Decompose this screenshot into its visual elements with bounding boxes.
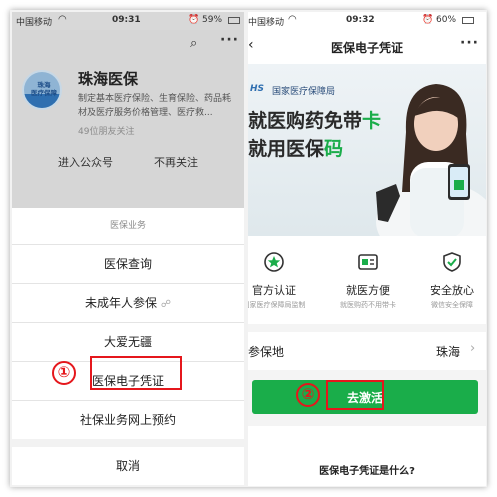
star-badge-icon <box>264 252 284 272</box>
faq-title[interactable]: 医保电子凭证是什么? <box>248 462 486 477</box>
feature-title: 就医方便 <box>346 284 390 297</box>
feature-convenient: 就医方便 就医购药不用带卡 <box>328 250 408 310</box>
wifi-icon: ◠ <box>288 14 297 25</box>
link-icon: ☍ <box>160 299 171 310</box>
carrier-label: 中国移动 <box>248 18 285 28</box>
menu-item-label: 未成年人参保 <box>85 296 158 310</box>
alarm-icon: ⏰ <box>188 15 200 25</box>
more-icon[interactable]: ··· <box>220 32 239 48</box>
battery-icon <box>462 17 474 24</box>
feature-subtitle: 微信安全保障 <box>431 301 473 309</box>
battery-percent: 59% <box>202 15 223 25</box>
enter-account-button[interactable]: 进入公众号 <box>58 154 113 170</box>
right-phone-screen: 中国移动 ◠ 09:32 ⏰ 60% ‹ 医保电子凭证 ··· HS 国家医疗保… <box>248 12 486 486</box>
left-phone-screen: 中国移动 ◠ 09:31 ⏰ 59% ⌕ ··· 珠海 医疗保障 珠海医保 制定… <box>12 12 244 486</box>
feature-official: 官方认证 国家医疗保障局监制 <box>248 250 314 310</box>
nav-bar: ‹ 医保电子凭证 ··· <box>248 30 486 64</box>
avatar: 珠海 医疗保障 <box>22 70 62 110</box>
insured-location-row[interactable]: 参保地 珠海 › <box>248 332 486 370</box>
step-one-marker: ① <box>52 361 76 385</box>
battery-icon <box>228 17 240 24</box>
alarm-icon: ⏰ <box>422 15 434 25</box>
highlight-box <box>326 380 384 410</box>
more-icon[interactable]: ··· <box>460 35 479 51</box>
banner-headline-2: 就用医保码 <box>248 134 343 161</box>
feature-subtitle: 就医购药不用带卡 <box>340 301 396 309</box>
status-bar: 中国移动 ◠ 09:31 ⏰ 59% <box>12 12 244 30</box>
headline-highlight: 码 <box>324 138 344 160</box>
headline-text: 就用医保 <box>248 138 325 160</box>
highlight-box <box>90 356 182 390</box>
shield-check-icon <box>443 252 461 272</box>
friends-following: 49位朋友关注 <box>78 127 135 137</box>
feature-secure: 安全放心 微信安全保障 <box>412 250 486 310</box>
banner-headline-1: 就医购药免带卡 <box>248 106 381 133</box>
feature-title: 官方认证 <box>252 284 296 297</box>
feature-subtitle: 国家医疗保障局监制 <box>248 301 306 309</box>
menu-item-minor-insurance[interactable]: 未成年人参保 ☍ <box>12 284 244 322</box>
unfollow-button[interactable]: 不再关注 <box>154 154 198 170</box>
avatar-text: 珠海 医疗保障 <box>31 81 57 97</box>
org-name: 国家医疗保障局 <box>272 87 336 97</box>
faq-section: 医保电子凭证是什么? <box>248 426 486 486</box>
banner-photo-woman <box>376 84 486 236</box>
wifi-icon: ◠ <box>58 14 67 25</box>
clock: 09:31 <box>112 15 141 25</box>
menu-item-social-security-booking[interactable]: 社保业务网上预约 <box>12 401 244 439</box>
chevron-right-icon: › <box>470 341 476 356</box>
insured-location-value: 珠海 <box>436 345 461 359</box>
feature-row: 官方认证 国家医疗保障局监制 就医方便 就医购药不用带卡 安全放心 微信安全保障 <box>248 236 486 324</box>
feature-title: 安全放心 <box>430 284 474 297</box>
action-sheet-title: 医保业务 <box>12 208 244 244</box>
carrier-label: 中国移动 <box>16 18 53 28</box>
cancel-button[interactable]: 取消 <box>12 447 244 485</box>
insured-location-label: 参保地 <box>248 345 285 359</box>
promo-banner: HS 国家医疗保障局 就医购药免带卡 就用医保码 <box>248 64 486 236</box>
status-bar: 中国移动 ◠ 09:32 ⏰ 60% <box>248 12 486 30</box>
action-sheet: 医保业务 医保查询 未成年人参保 ☍ 大爱无疆 医保电子凭证 社保业务网上预约 … <box>12 208 244 486</box>
account-name: 珠海医保 <box>78 70 139 88</box>
clock: 09:32 <box>346 15 375 25</box>
account-header: ⌕ ··· 珠海 医疗保障 珠海医保 制定基本医疗保险、生育保险、药品耗材及医疗… <box>12 30 244 208</box>
nhsa-logo: HS <box>250 84 265 94</box>
step-two-marker: ② <box>296 383 320 407</box>
battery-percent: 60% <box>436 15 457 25</box>
headline-text: 就医购药免带 <box>248 110 363 132</box>
card-icon <box>358 254 378 270</box>
nav-title: 医保电子凭证 <box>330 41 403 55</box>
search-icon[interactable]: ⌕ <box>190 36 197 51</box>
menu-item-medical-query[interactable]: 医保查询 <box>12 245 244 283</box>
account-description: 制定基本医疗保险、生育保险、药品耗材及医疗服务价格管理、医疗救... <box>78 94 232 118</box>
